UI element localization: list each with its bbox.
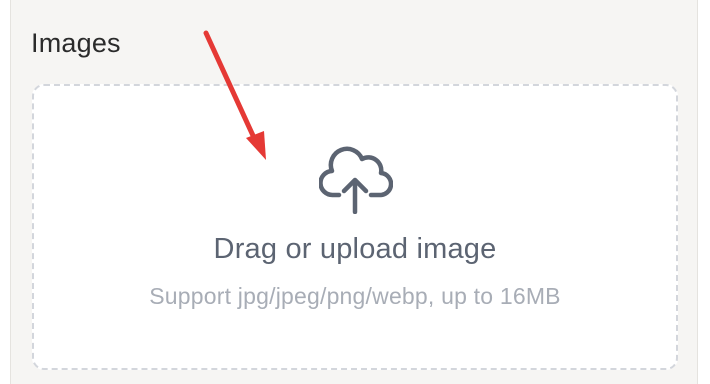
images-panel: Images Drag or upload image Support jpg/… [10, 0, 698, 384]
cloud-upload-icon [319, 146, 393, 214]
supported-formats-text: Support jpg/jpeg/png/webp, up to 16MB [149, 283, 561, 309]
upload-instruction-text: Drag or upload image [213, 233, 497, 265]
image-upload-dropzone[interactable]: Drag or upload image Support jpg/jpeg/pn… [32, 84, 678, 370]
section-title: Images [31, 28, 121, 58]
